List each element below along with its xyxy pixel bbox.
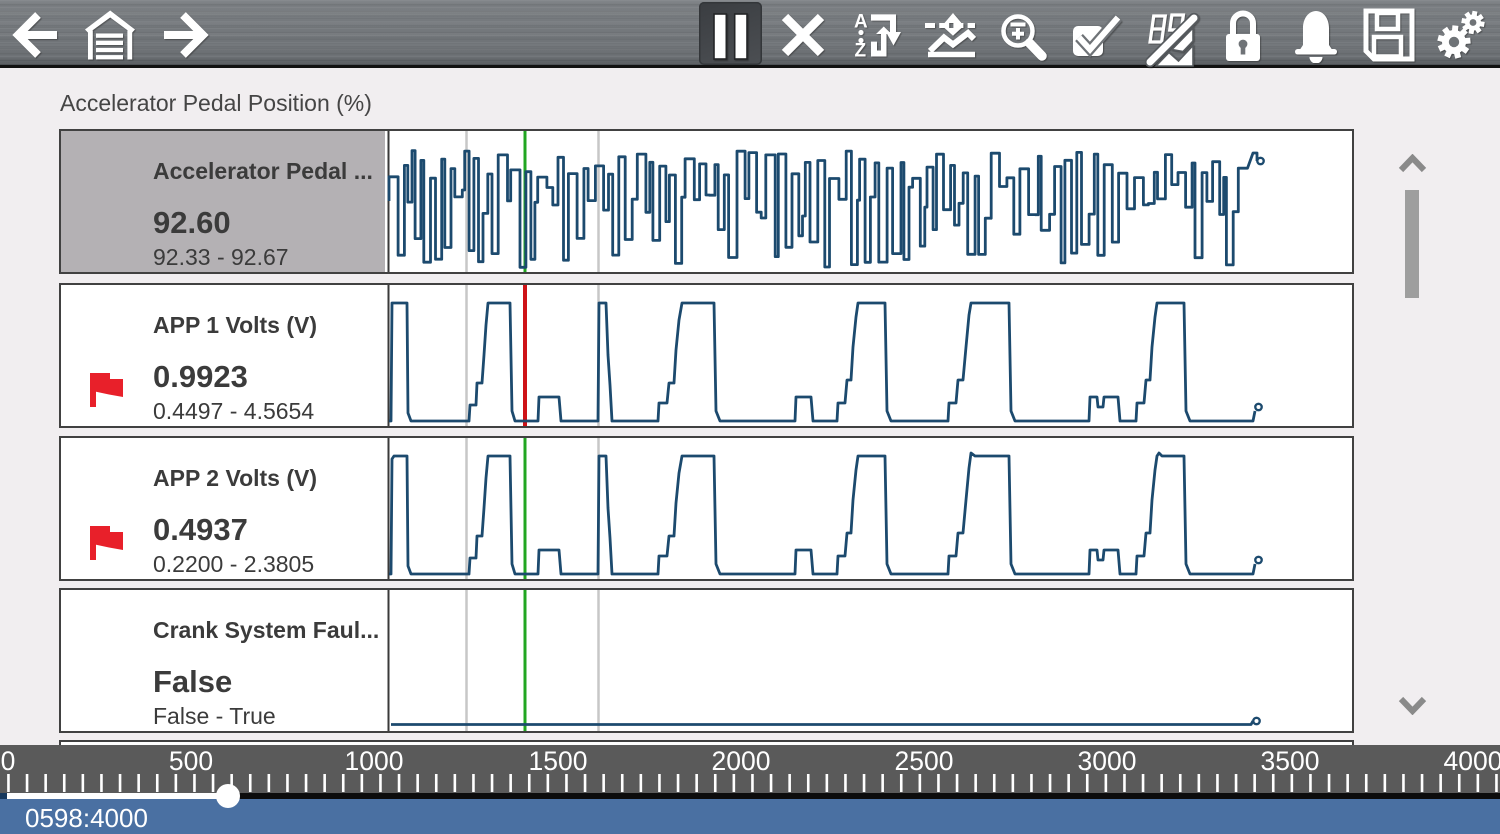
svg-text:A: A — [854, 12, 868, 33]
svg-text:Z: Z — [855, 41, 867, 62]
